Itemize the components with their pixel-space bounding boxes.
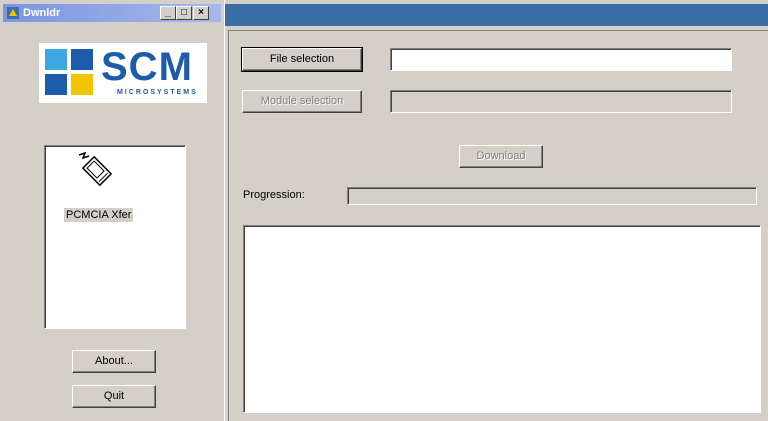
logo-subtitle: MICROSYSTEMS — [117, 89, 198, 96]
module-list[interactable]: PCMCIA Xfer — [44, 145, 186, 329]
file-path-input[interactable] — [390, 48, 732, 71]
pcmcia-card-icon[interactable] — [75, 149, 115, 189]
module-selection-button[interactable]: Module selection — [242, 90, 362, 113]
scm-logo: SCM MICROSYSTEMS — [39, 43, 207, 103]
close-button[interactable]: × — [193, 6, 209, 20]
download-button[interactable]: Download — [459, 145, 543, 168]
module-path-field — [390, 90, 732, 113]
file-selection-button[interactable]: File selection — [241, 47, 363, 72]
maximize-button[interactable]: □ — [176, 6, 192, 20]
main-panel: File selection Module selection Download… — [225, 0, 768, 421]
dwnldr-window: Dwnldr _ □ × SCM MICROSYSTEMS PCMCIA Xfe… — [0, 0, 224, 421]
title-bar[interactable]: Dwnldr _ □ × — [3, 4, 221, 22]
logo-brand-text: SCM — [101, 45, 193, 89]
app-icon — [7, 7, 19, 19]
main-content-frame: File selection Module selection Download… — [228, 30, 768, 421]
progress-bar — [347, 187, 757, 205]
quit-button[interactable]: Quit — [72, 385, 156, 408]
main-title-bar[interactable] — [225, 4, 768, 26]
window-title: Dwnldr — [23, 7, 61, 19]
logo-squares-icon — [45, 49, 93, 95]
about-button[interactable]: About... — [72, 350, 156, 373]
log-output-area[interactable] — [243, 225, 761, 413]
module-item-label[interactable]: PCMCIA Xfer — [64, 208, 134, 222]
minimize-button[interactable]: _ — [160, 6, 176, 20]
progression-label: Progression: — [243, 189, 305, 201]
